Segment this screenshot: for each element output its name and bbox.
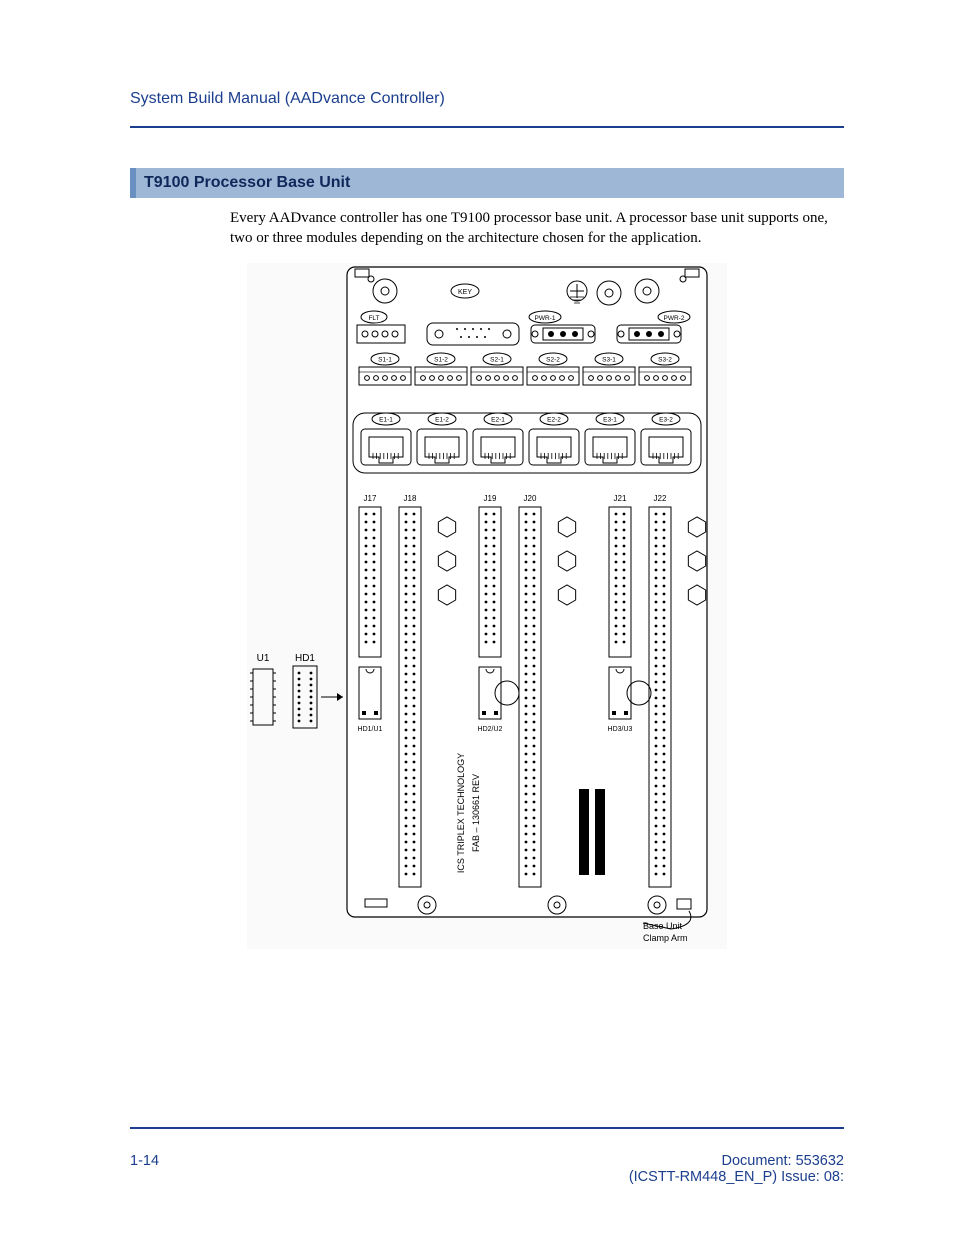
diagram-pwr2-label: PWR-2: [664, 315, 685, 322]
vtext2: FAB – 130661 REV: [471, 773, 481, 851]
doc-header: System Build Manual (AADvance Controller…: [130, 90, 844, 108]
diagram-pwr1-label: PWR-1: [535, 315, 556, 322]
svg-text:S1-1: S1-1: [378, 356, 392, 363]
svg-text:J20: J20: [524, 494, 537, 503]
svg-text:J21: J21: [614, 494, 627, 503]
svg-text:E1-2: E1-2: [435, 416, 449, 423]
svg-text:E3-1: E3-1: [603, 416, 617, 423]
section-paragraph: Every AADvance controller has one T9100 …: [230, 208, 844, 249]
base-unit-diagram: KEY FLT PWR-1 PWR-2: [247, 263, 727, 949]
doc-number: Document: 553632: [629, 1153, 844, 1169]
svg-text:HD3/U3: HD3/U3: [608, 726, 633, 733]
svg-text:J19: J19: [484, 494, 497, 503]
diagram-flt-label: FLT: [368, 315, 379, 322]
svg-text:E3-2: E3-2: [659, 416, 673, 423]
svg-text:ASST.: ASST.: [580, 876, 586, 893]
svg-text:J18: J18: [404, 494, 417, 503]
footer-rule: [130, 1127, 844, 1129]
svg-text:HD1/U1: HD1/U1: [358, 726, 383, 733]
svg-text:S2-1: S2-1: [490, 356, 504, 363]
svg-text:J17: J17: [364, 494, 377, 503]
svg-text:S3-2: S3-2: [658, 356, 672, 363]
callout-line2: Clamp Arm: [643, 933, 688, 943]
svg-text:S2-2: S2-2: [546, 356, 560, 363]
doc-issue: (ICSTT-RM448_EN_P) Issue: 08:: [629, 1169, 844, 1185]
svg-text:BATCH: BATCH: [596, 875, 602, 895]
svg-text:S1-2: S1-2: [434, 356, 448, 363]
header-rule: [130, 126, 844, 128]
section-heading: T9100 Processor Base Unit: [130, 168, 844, 198]
callout-line1: Base Unit: [643, 921, 683, 931]
svg-text:E2-2: E2-2: [547, 416, 561, 423]
page-number: 1-14: [130, 1153, 159, 1185]
svg-text:HD2/U2: HD2/U2: [478, 726, 503, 733]
diagram-key-label: KEY: [458, 289, 472, 296]
hd1-label: HD1: [295, 653, 315, 664]
svg-text:E1-1: E1-1: [379, 416, 393, 423]
vtext1: ICS TRIPLEX TECHNOLOGY: [456, 752, 466, 872]
svg-text:J22: J22: [654, 494, 667, 503]
svg-text:E2-1: E2-1: [491, 416, 505, 423]
u1-label: U1: [257, 653, 270, 664]
svg-text:S3-1: S3-1: [602, 356, 616, 363]
